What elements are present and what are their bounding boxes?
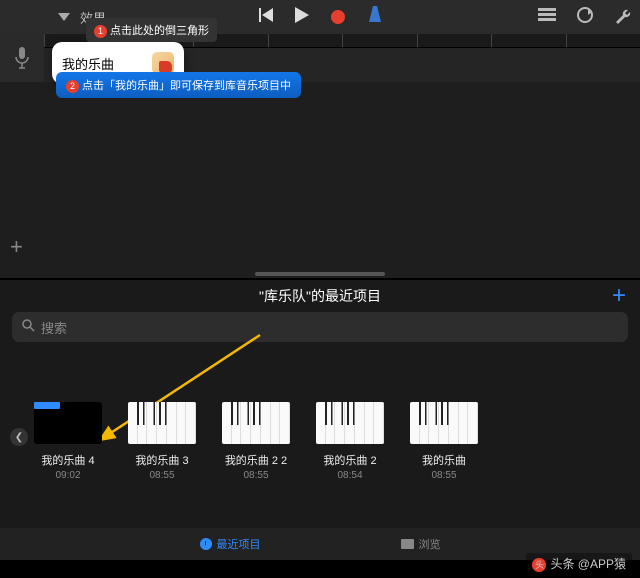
loop-icon[interactable]: [576, 6, 594, 29]
project-thumb-selected: [34, 402, 102, 444]
wrench-icon[interactable]: [614, 6, 632, 29]
metronome-icon[interactable]: [367, 6, 383, 29]
tip-text-2: 点击「我的乐曲」即可保存到库音乐项目中: [82, 80, 291, 92]
garageband-icon: [152, 52, 174, 74]
play-icon[interactable]: [295, 7, 309, 28]
project-name: 我的乐曲 2: [323, 452, 376, 468]
tab-label: 最近项目: [217, 536, 261, 552]
tab-recent[interactable]: 最近项目: [200, 536, 261, 552]
tip-bubble-1: 1点击此处的倒三角形: [86, 18, 217, 42]
project-time: 08:55: [431, 470, 456, 481]
project-time: 09:02: [55, 470, 80, 481]
tip-badge-1: 1: [94, 25, 107, 38]
folder-icon: [401, 539, 414, 549]
add-project-button[interactable]: +: [612, 282, 626, 310]
tip-badge-2: 2: [66, 80, 79, 93]
tab-browse[interactable]: 浏览: [401, 536, 441, 552]
project-name: 我的乐曲 3: [135, 452, 188, 468]
tip-bubble-2: 2点击「我的乐曲」即可保存到库音乐项目中: [56, 72, 301, 98]
rewind-icon[interactable]: [257, 8, 273, 27]
record-button[interactable]: [331, 10, 345, 24]
tab-label: 浏览: [419, 536, 441, 552]
project-thumb: [410, 402, 478, 444]
add-track-button[interactable]: +: [10, 234, 23, 260]
project-item[interactable]: 我的乐曲 08:55: [410, 402, 478, 481]
library-title: "库乐队"的最近项目: [259, 286, 381, 306]
triangle-dropdown[interactable]: [58, 13, 70, 21]
clock-icon: [200, 538, 212, 550]
project-item[interactable]: 我的乐曲 3 08:55: [128, 402, 196, 481]
project-time: 08:55: [149, 470, 174, 481]
project-item[interactable]: 我的乐曲 4 09:02: [34, 402, 102, 481]
project-item[interactable]: 我的乐曲 2 08:54: [316, 402, 384, 481]
horizontal-scrollbar[interactable]: [255, 272, 385, 276]
project-time: 08:54: [337, 470, 362, 481]
project-name: 我的乐曲 2 2: [225, 452, 287, 468]
tracks-icon[interactable]: [538, 8, 556, 27]
search-icon: [22, 319, 35, 335]
search-input[interactable]: 搜索: [12, 312, 628, 342]
project-time: 08:55: [243, 470, 268, 481]
project-thumb: [316, 402, 384, 444]
search-placeholder: 搜索: [41, 318, 67, 337]
popup-item-label: 我的乐曲: [62, 54, 114, 73]
watermark: 头头条 @APP猿: [526, 553, 632, 574]
mic-track-icon[interactable]: [0, 34, 44, 82]
project-name: 我的乐曲 4: [41, 452, 94, 468]
project-name: 我的乐曲: [422, 452, 466, 468]
project-thumb: [128, 402, 196, 444]
project-thumb: [222, 402, 290, 444]
project-item[interactable]: 我的乐曲 2 2 08:55: [222, 402, 290, 481]
tip-text-1: 点击此处的倒三角形: [110, 25, 209, 37]
watermark-text: 头条 @APP猿: [550, 557, 626, 571]
toutiao-logo-icon: 头: [532, 558, 546, 572]
